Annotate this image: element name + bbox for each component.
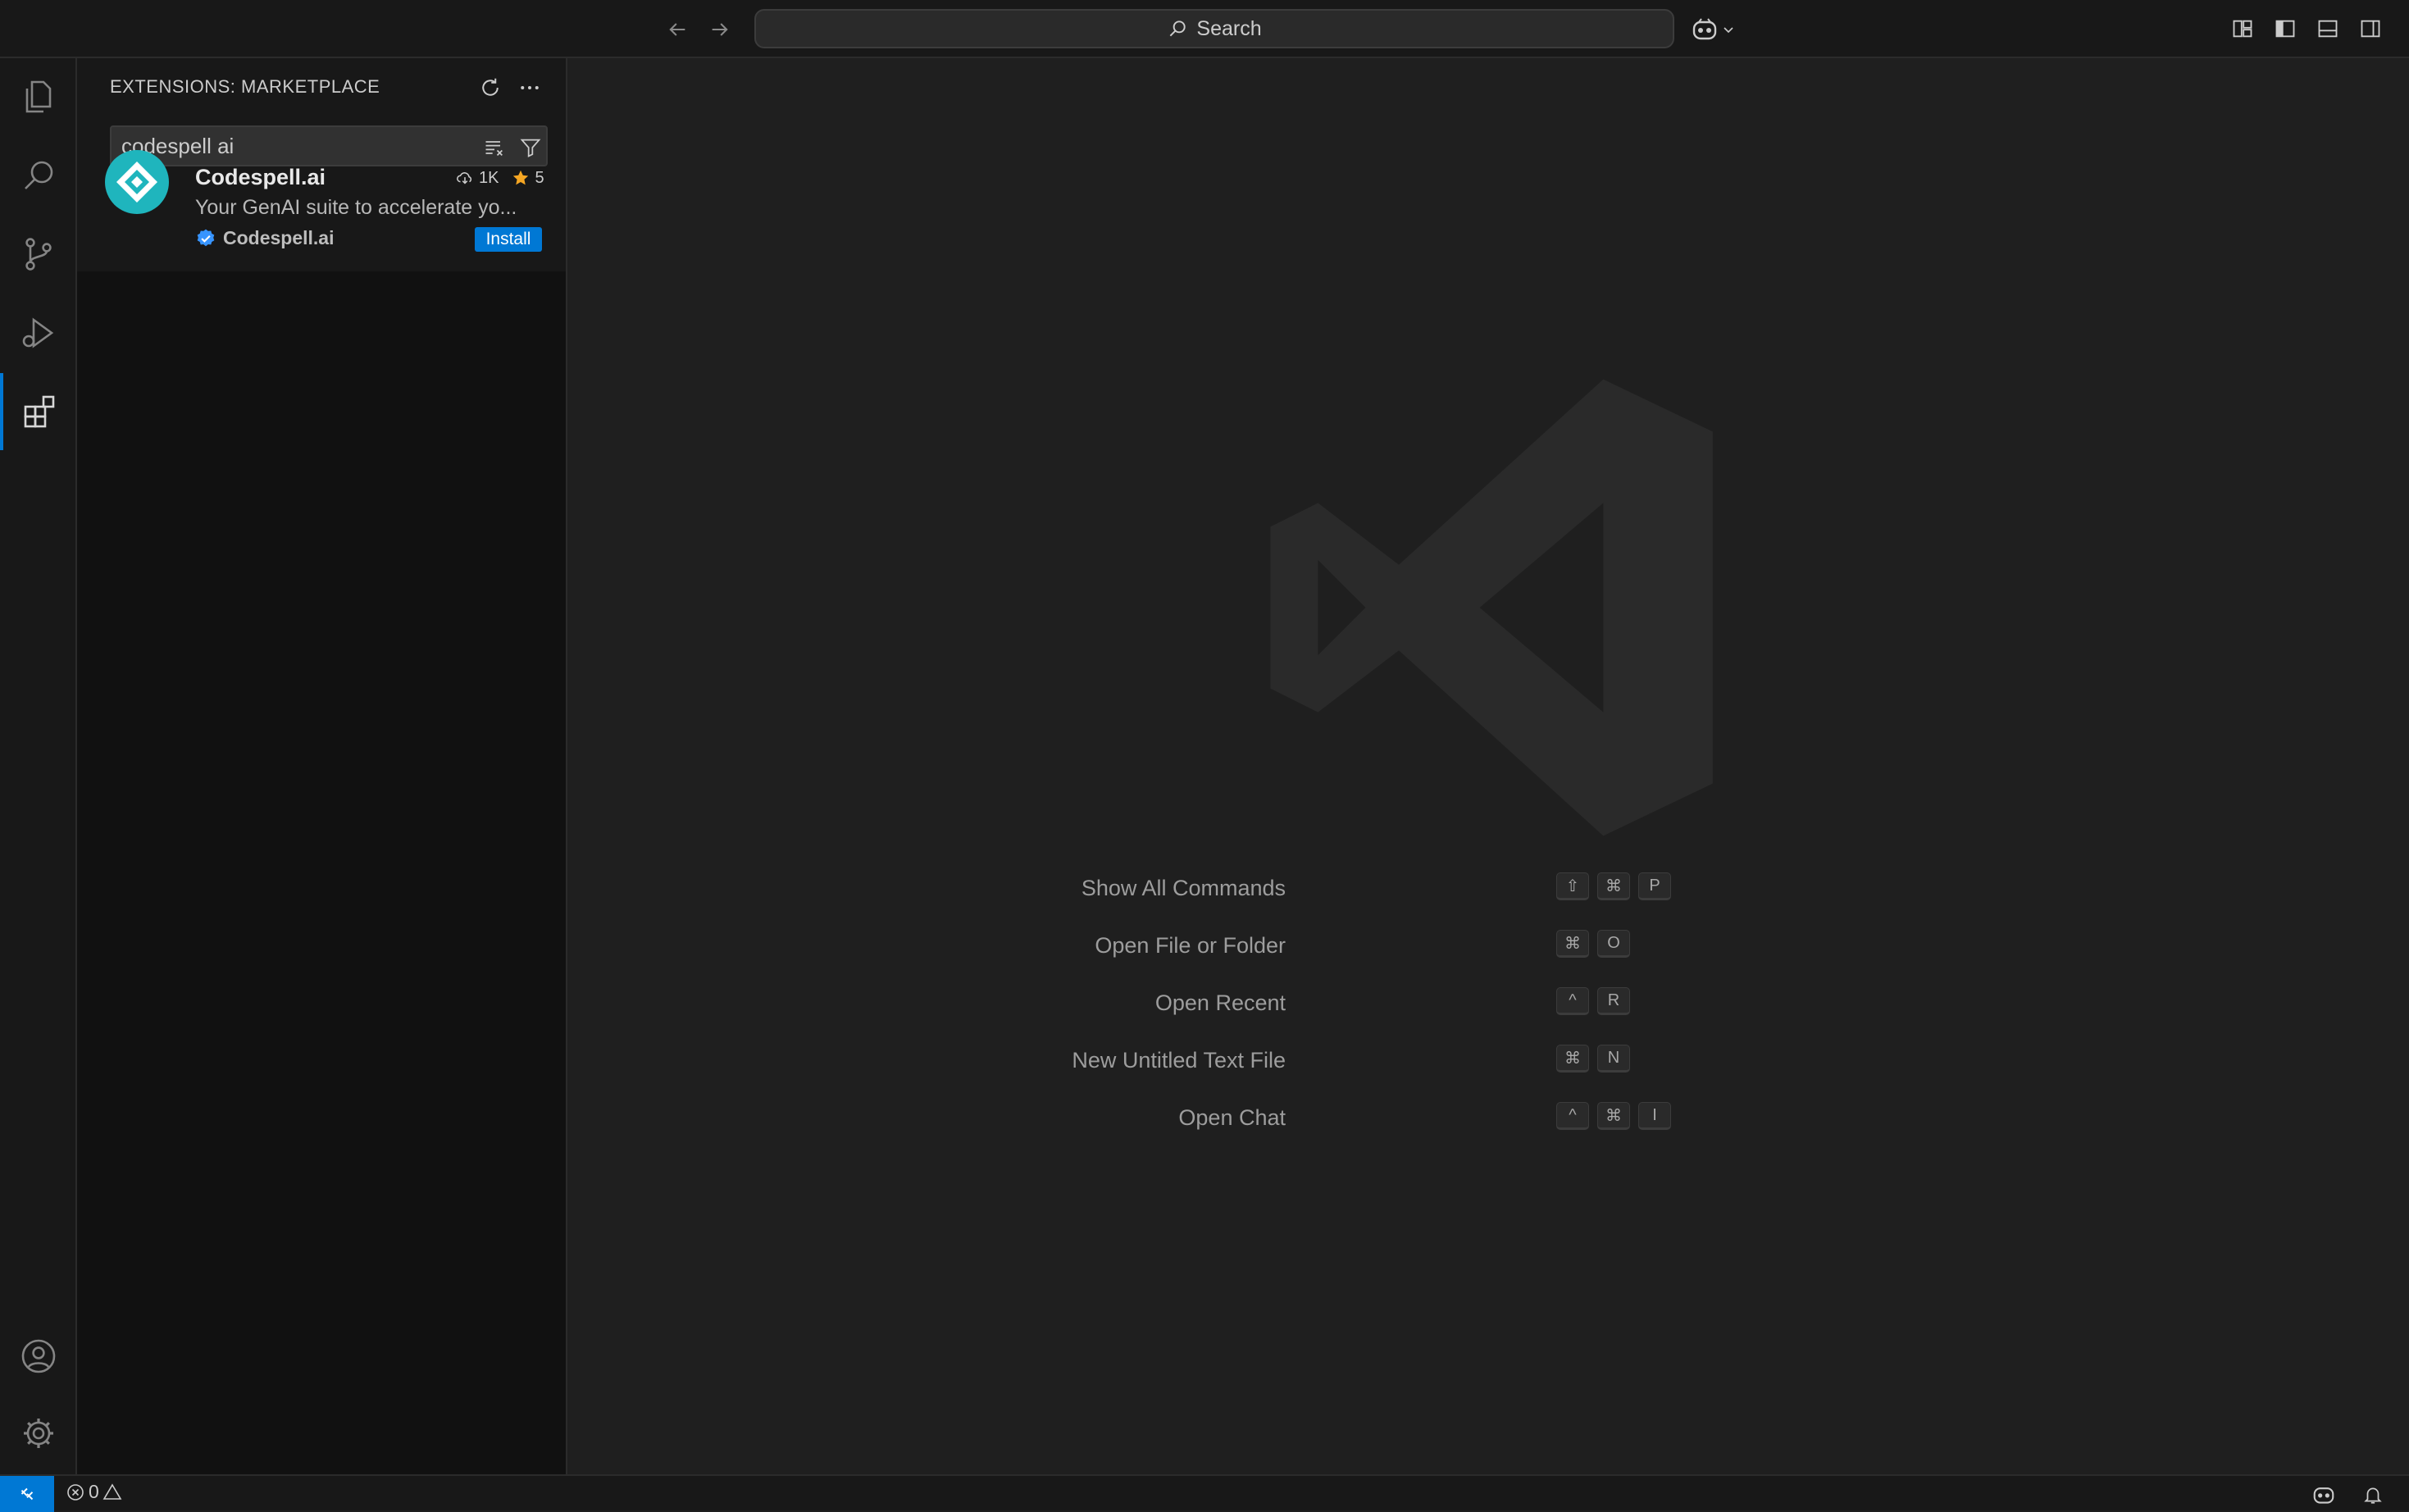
command-center-search[interactable]: Search (754, 9, 1674, 48)
status-bar: 0 (0, 1474, 2409, 1512)
key-cap: ⌘ (1556, 1045, 1589, 1073)
command-label: Open Chat (1178, 1105, 1286, 1130)
search-icon (1167, 18, 1188, 39)
vscode-watermark-logo (1256, 370, 1732, 845)
keybinding: ⌘ N (1556, 1045, 1630, 1073)
codespell-logo-icon (105, 150, 169, 214)
toggle-primary-sidebar-icon[interactable] (2270, 13, 2301, 44)
error-count: 0 (89, 1481, 99, 1502)
install-count: 1K (479, 168, 499, 187)
explorer-icon[interactable] (0, 58, 77, 135)
keybinding: ^ ⌘ I (1556, 1102, 1671, 1130)
key-cap: ⌘ (1556, 930, 1589, 958)
filter-icon[interactable] (517, 134, 544, 162)
extensions-icon[interactable] (0, 373, 77, 450)
key-cap: ^ (1556, 1102, 1589, 1130)
welcome-command-row[interactable]: Open Chat ^ ⌘ I (567, 1100, 2409, 1133)
customize-layout-icon[interactable] (2227, 13, 2258, 44)
welcome-command-row[interactable]: New Untitled Text File ⌘ N (567, 1043, 2409, 1076)
manage-gear-icon[interactable] (0, 1395, 77, 1472)
clear-search-icon[interactable] (480, 134, 508, 162)
verified-badge-icon (195, 228, 216, 249)
welcome-command-row[interactable]: Open Recent ^ R (567, 986, 2409, 1018)
remote-icon (16, 1483, 38, 1505)
refresh-icon[interactable] (474, 71, 507, 104)
chevron-down-icon (1722, 23, 1735, 36)
copilot-menu-button[interactable] (1691, 11, 1745, 48)
extension-list-empty-area (77, 271, 566, 1474)
install-button[interactable]: Install (475, 227, 542, 252)
copilot-status-icon[interactable] (2309, 1481, 2338, 1509)
welcome-command-row[interactable]: Show All Commands ⇧ ⌘ P (567, 871, 2409, 904)
download-cloud-icon (456, 169, 474, 187)
problems-indicator[interactable]: 0 (66, 1481, 125, 1503)
sidebar-title: EXTENSIONS: MARKETPLACE (110, 76, 380, 97)
warning-icon (102, 1482, 122, 1502)
command-label: New Untitled Text File (1072, 1048, 1286, 1073)
key-cap: ⌘ (1597, 872, 1630, 900)
key-cap: P (1638, 872, 1671, 900)
key-cap: N (1597, 1045, 1630, 1073)
extension-publisher: Codespell.ai (195, 227, 334, 249)
title-bar: Search (0, 0, 2409, 58)
source-control-icon[interactable] (0, 216, 77, 293)
back-arrow-icon[interactable] (661, 13, 694, 46)
copilot-icon (1691, 17, 1719, 42)
command-center-label: Search (1196, 16, 1262, 40)
key-cap: R (1597, 987, 1630, 1015)
key-cap: ^ (1556, 987, 1589, 1015)
extension-search-box (110, 125, 548, 166)
keybinding: ⇧ ⌘ P (1556, 872, 1671, 900)
command-label: Open Recent (1154, 991, 1286, 1015)
editor-area: Show All Commands ⇧ ⌘ P Open File or Fol… (567, 58, 2409, 1474)
remote-indicator-button[interactable] (0, 1476, 54, 1512)
key-cap: ⇧ (1556, 872, 1589, 900)
notifications-bell-icon[interactable] (2358, 1481, 2388, 1509)
error-icon (66, 1482, 85, 1502)
key-cap: I (1638, 1102, 1671, 1130)
forward-arrow-icon[interactable] (704, 13, 736, 46)
accounts-icon[interactable] (0, 1318, 77, 1395)
welcome-command-row[interactable]: Open File or Folder ⌘ O (567, 928, 2409, 961)
star-icon (512, 169, 530, 187)
more-actions-icon[interactable] (513, 71, 546, 104)
command-label: Show All Commands (1081, 876, 1286, 900)
publisher-name: Codespell.ai (223, 227, 335, 248)
extension-search-input[interactable] (121, 134, 449, 158)
run-debug-icon[interactable] (0, 294, 77, 371)
search-icon[interactable] (0, 137, 77, 214)
extension-stats: 1K 5 (456, 166, 562, 189)
activity-bar (0, 58, 77, 1474)
key-cap: ⌘ (1597, 1102, 1630, 1130)
extension-name: Codespell.ai (195, 165, 326, 189)
extensions-sidebar: EXTENSIONS: MARKETPLACE Codespell.ai 1K (77, 58, 567, 1474)
keybinding: ⌘ O (1556, 930, 1630, 958)
toggle-panel-icon[interactable] (2312, 13, 2343, 44)
rating-value: 5 (535, 168, 544, 187)
toggle-secondary-sidebar-icon[interactable] (2355, 13, 2386, 44)
key-cap: O (1597, 930, 1630, 958)
keybinding: ^ R (1556, 987, 1630, 1015)
extension-description: Your GenAI suite to accelerate yo... (195, 196, 517, 219)
command-label: Open File or Folder (1095, 933, 1286, 958)
